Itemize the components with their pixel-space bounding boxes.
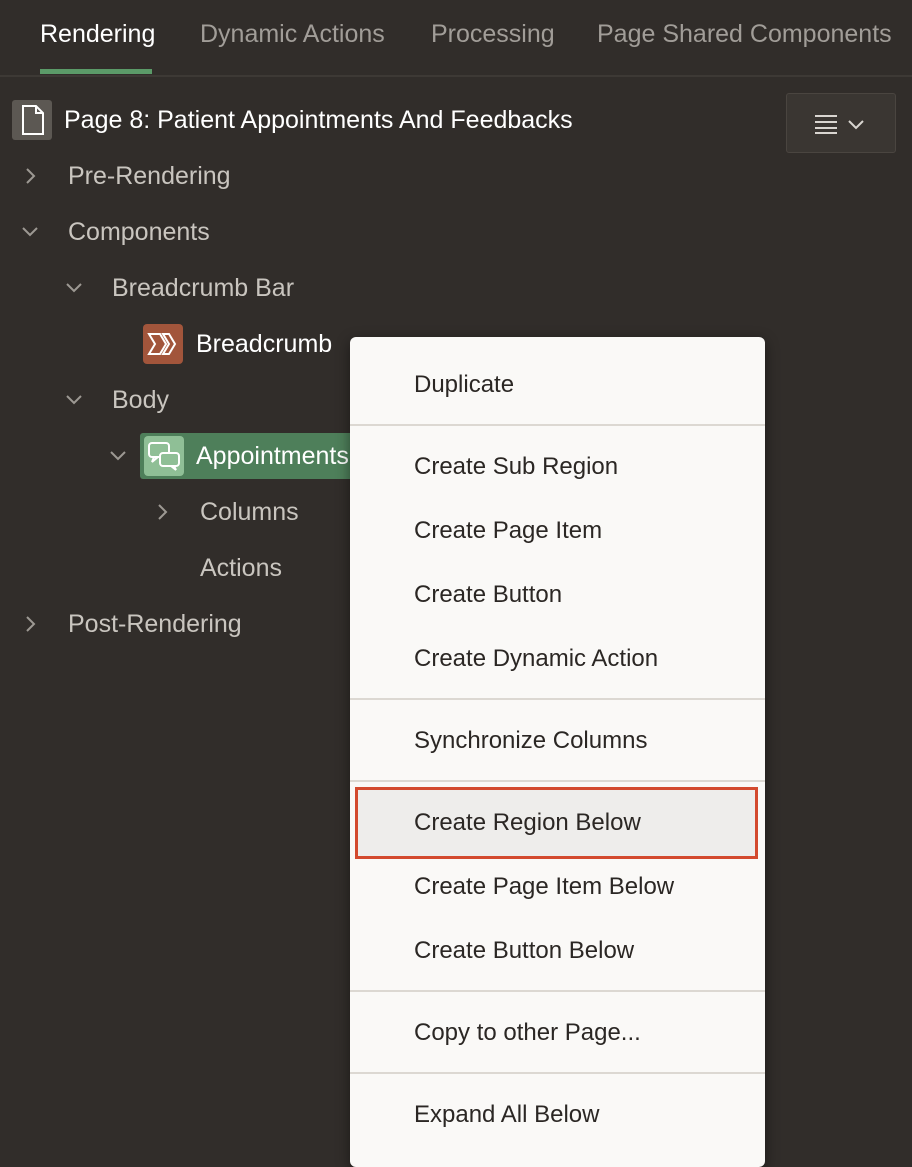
chevron-down-icon[interactable]: [64, 278, 84, 298]
tree-node-actions[interactable]: Actions: [200, 548, 282, 588]
menu-item-create-region-below[interactable]: Create Region Below: [355, 787, 758, 859]
menu-separator: [350, 780, 765, 782]
tree-node-components[interactable]: Components: [68, 212, 210, 252]
menu-item-duplicate[interactable]: Duplicate: [350, 363, 765, 407]
menu-separator: [350, 1072, 765, 1074]
hamburger-menu-icon: [815, 115, 864, 134]
menu-item-create-button-below[interactable]: Create Button Below: [350, 929, 765, 973]
tab-dynamic-actions[interactable]: Dynamic Actions: [200, 20, 385, 49]
tree-menu-button[interactable]: [786, 93, 896, 153]
tree-node-columns[interactable]: Columns: [200, 492, 299, 532]
menu-item-create-page-item-below[interactable]: Create Page Item Below: [350, 865, 765, 909]
breadcrumb-icon: [143, 324, 183, 364]
chevron-right-icon[interactable]: [20, 614, 40, 634]
tab-page-shared-components[interactable]: Page Shared Components: [597, 20, 892, 49]
menu-item-create-page-item[interactable]: Create Page Item: [350, 509, 765, 553]
chevron-right-icon[interactable]: [20, 166, 40, 186]
tree-node-breadcrumb-bar[interactable]: Breadcrumb Bar: [112, 268, 294, 308]
chevron-down-icon[interactable]: [108, 446, 128, 466]
page-icon: [12, 100, 52, 140]
menu-item-create-button[interactable]: Create Button: [350, 573, 765, 617]
tree-node-breadcrumb[interactable]: Breadcrumb: [196, 324, 332, 364]
menu-item-copy-to-other-page[interactable]: Copy to other Page...: [350, 1011, 765, 1055]
tree-node-post-rendering[interactable]: Post-Rendering: [68, 604, 242, 644]
chevron-down-icon[interactable]: [64, 390, 84, 410]
active-tab-indicator: [40, 69, 152, 74]
tab-bar: Rendering Dynamic Actions Processing Pag…: [0, 0, 912, 77]
tab-processing[interactable]: Processing: [431, 20, 555, 49]
menu-item-synchronize-columns[interactable]: Synchronize Columns: [350, 719, 765, 763]
chevron-down-icon[interactable]: [20, 222, 40, 242]
menu-item-create-sub-region[interactable]: Create Sub Region: [350, 445, 765, 489]
tab-rendering[interactable]: Rendering: [40, 20, 155, 49]
menu-separator: [350, 424, 765, 426]
menu-separator: [350, 698, 765, 700]
chat-bubbles-icon: [144, 436, 184, 476]
menu-item-create-dynamic-action[interactable]: Create Dynamic Action: [350, 637, 765, 681]
chevron-down-icon: [848, 120, 864, 130]
tree-node-body[interactable]: Body: [112, 380, 169, 420]
tree-node-page[interactable]: Page 8: Patient Appointments And Feedbac…: [64, 100, 573, 140]
context-menu: Duplicate Create Sub Region Create Page …: [350, 337, 765, 1167]
menu-item-expand-all-below[interactable]: Expand All Below: [350, 1093, 765, 1137]
tree-node-appointments[interactable]: Appointments: [196, 436, 349, 476]
menu-separator: [350, 990, 765, 992]
chevron-right-icon[interactable]: [152, 502, 172, 522]
tree-node-pre-rendering[interactable]: Pre-Rendering: [68, 156, 231, 196]
